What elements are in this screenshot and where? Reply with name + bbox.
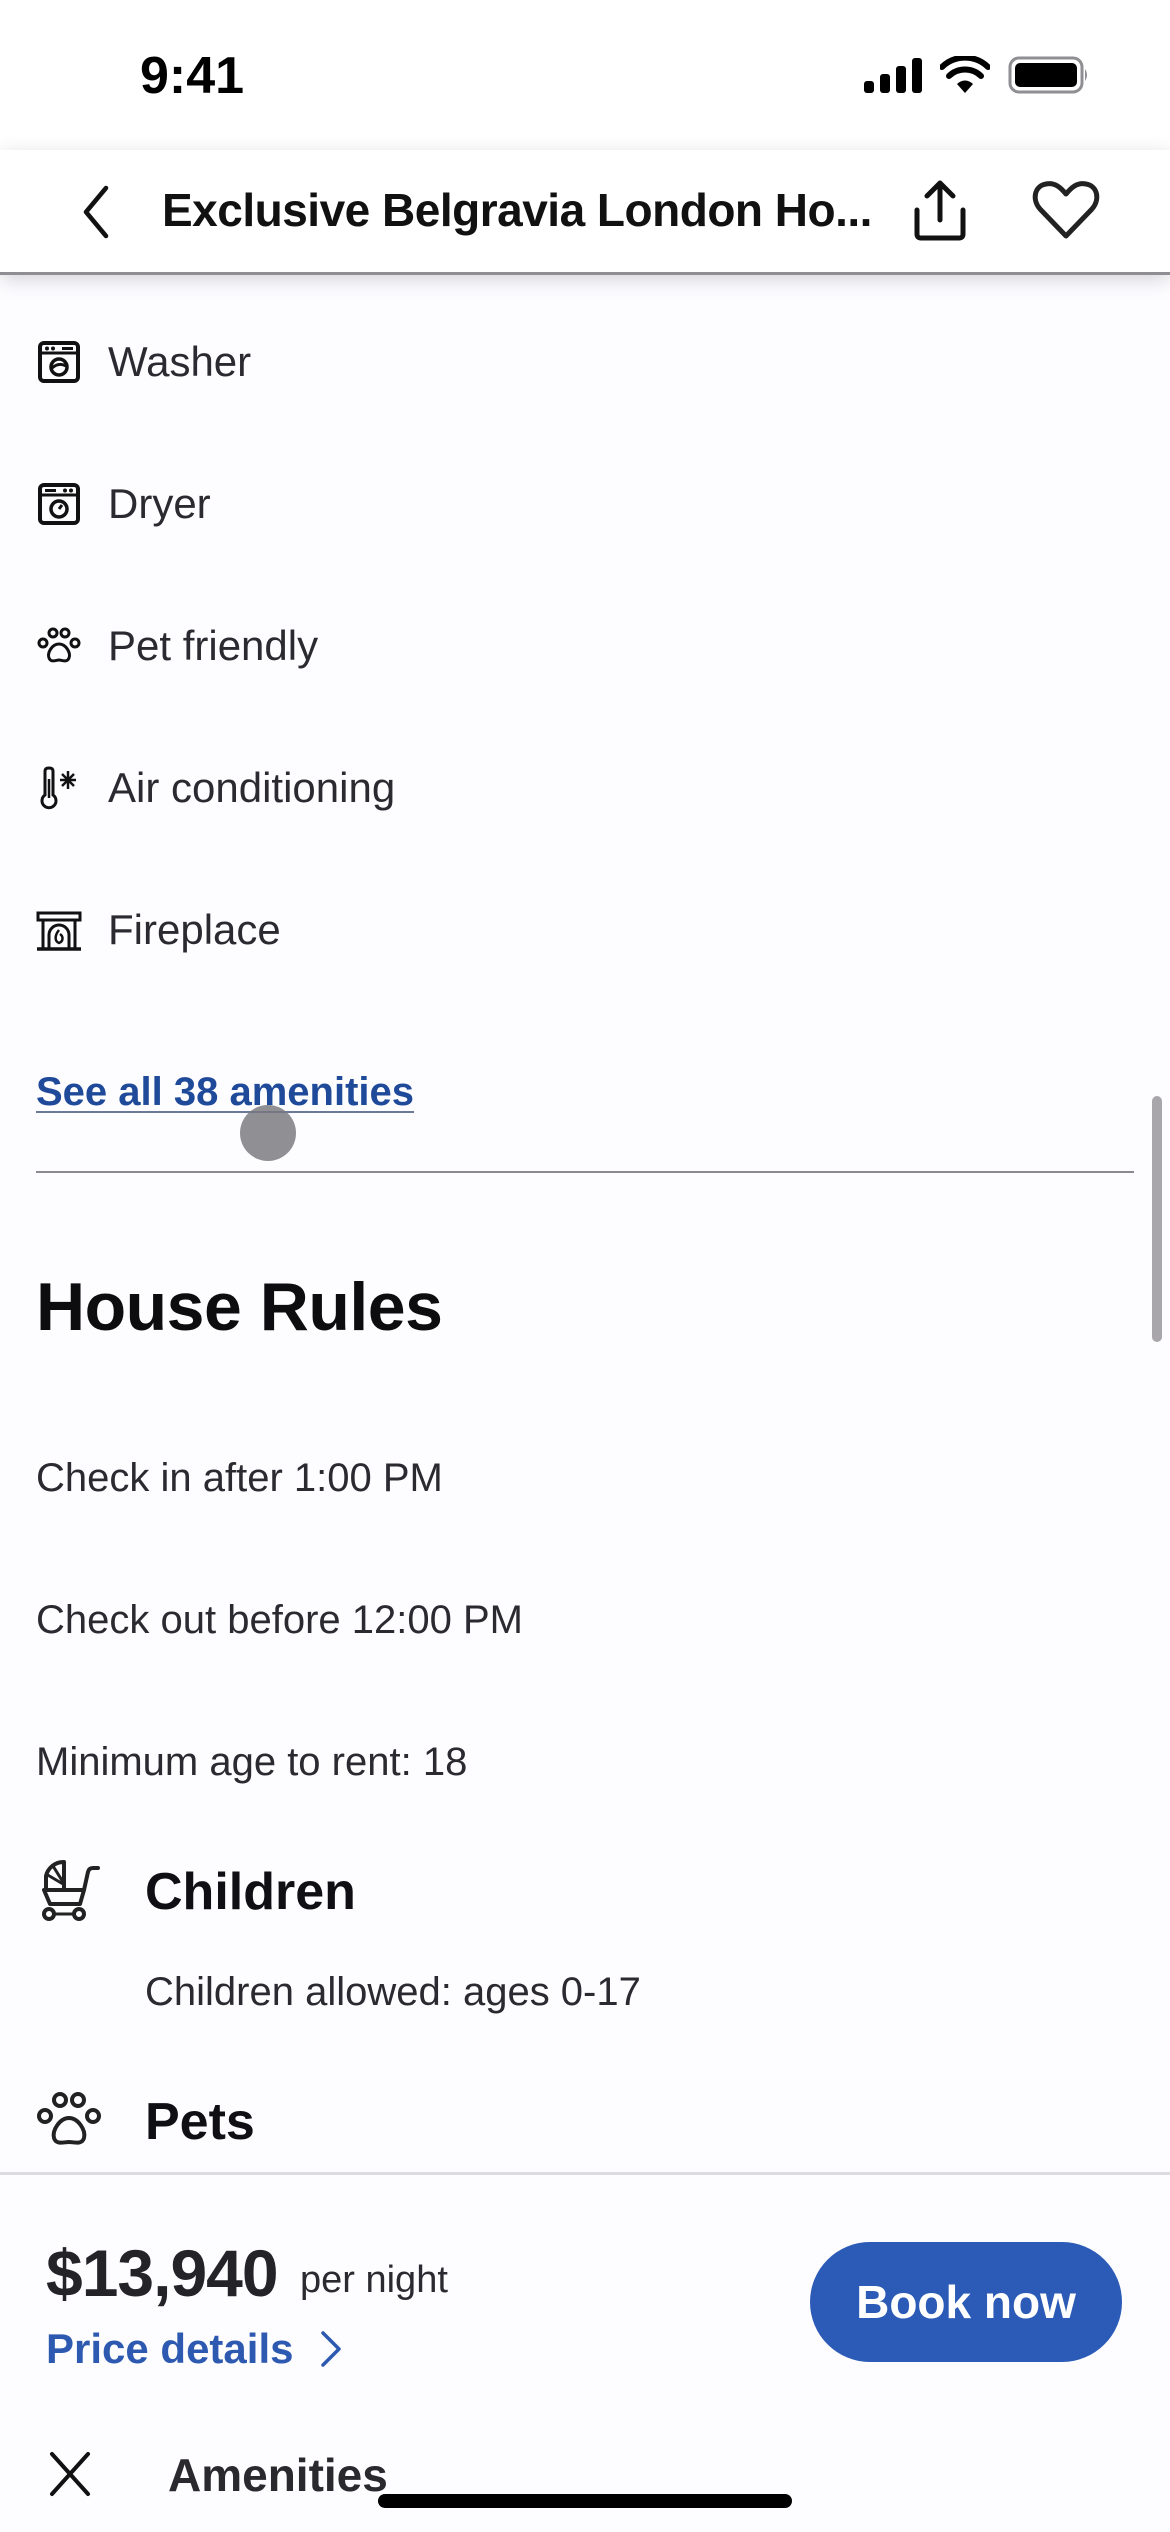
amenity-item-dryer: Dryer xyxy=(0,464,1100,544)
home-indicator[interactable] xyxy=(378,2494,792,2508)
paw-icon xyxy=(37,2092,101,2145)
listing-detail-screen: 9:41 Exclusive Belgravia London Ho... Wa… xyxy=(0,0,1170,2532)
price-unit: per night xyxy=(300,2259,448,2301)
share-icon xyxy=(914,180,966,241)
price-details-label: Price details xyxy=(46,2325,294,2372)
close-icon xyxy=(50,2452,90,2496)
house-rules-heading: House Rules xyxy=(36,1269,443,1345)
navigation-header: Exclusive Belgravia London Ho... xyxy=(0,150,1170,272)
rule-group-title: Pets xyxy=(145,2093,255,2151)
chevron-left-icon xyxy=(83,185,109,239)
nightly-price: $13,940 xyxy=(46,2236,279,2310)
chevron-right-icon xyxy=(321,2331,342,2367)
rule-check-out: Check out before 12:00 PM xyxy=(36,1598,523,1642)
stroller-icon xyxy=(42,1859,100,1921)
battery-icon xyxy=(1008,56,1087,94)
status-icons xyxy=(864,56,1090,94)
amenity-item-washer: Washer xyxy=(0,322,1100,402)
cellular-signal-icon xyxy=(864,58,922,93)
scrollbar[interactable] xyxy=(1152,1096,1162,1342)
back-button[interactable] xyxy=(70,176,120,246)
amenity-item-air-conditioning: Air conditioning xyxy=(0,748,1100,828)
touch-indicator xyxy=(240,1105,296,1161)
status-bar: 9:41 xyxy=(0,0,1170,150)
amenity-item-fireplace: Fireplace xyxy=(0,890,1100,970)
section-divider xyxy=(36,1171,1134,1173)
favorite-button[interactable] xyxy=(1030,174,1102,244)
washer-icon xyxy=(38,341,80,383)
rule-group-description: Children allowed: ages 0-17 xyxy=(145,1970,641,2014)
paw-icon xyxy=(37,627,81,663)
close-button[interactable] xyxy=(46,2450,94,2498)
amenities-sheet-title: Amenities xyxy=(168,2449,388,2501)
see-all-amenities-link[interactable]: See all 38 amenities xyxy=(36,1070,414,1115)
amenity-label: Air conditioning xyxy=(108,764,396,811)
share-button[interactable] xyxy=(905,174,975,244)
status-time: 9:41 xyxy=(140,47,245,105)
amenity-label: Washer xyxy=(108,338,252,385)
rule-check-in: Check in after 1:00 PM xyxy=(36,1456,443,1500)
heart-outline-icon xyxy=(1032,181,1100,239)
rule-group-title: Children xyxy=(145,1863,356,1921)
fireplace-icon xyxy=(36,911,82,951)
rule-minimum-age: Minimum age to rent: 18 xyxy=(36,1740,468,1784)
thermometer-snowflake-icon xyxy=(40,766,76,810)
listing-title: Exclusive Belgravia London Ho... xyxy=(162,184,872,236)
amenity-label: Pet friendly xyxy=(108,622,319,669)
dryer-icon xyxy=(38,483,80,525)
amenity-item-pet-friendly: Pet friendly xyxy=(0,606,1100,686)
book-now-button[interactable]: Book now xyxy=(810,2242,1122,2362)
price-details-link[interactable]: Price details xyxy=(46,2325,343,2373)
amenity-label: Fireplace xyxy=(108,906,281,953)
amenity-label: Dryer xyxy=(108,480,211,527)
wifi-icon xyxy=(940,56,990,93)
